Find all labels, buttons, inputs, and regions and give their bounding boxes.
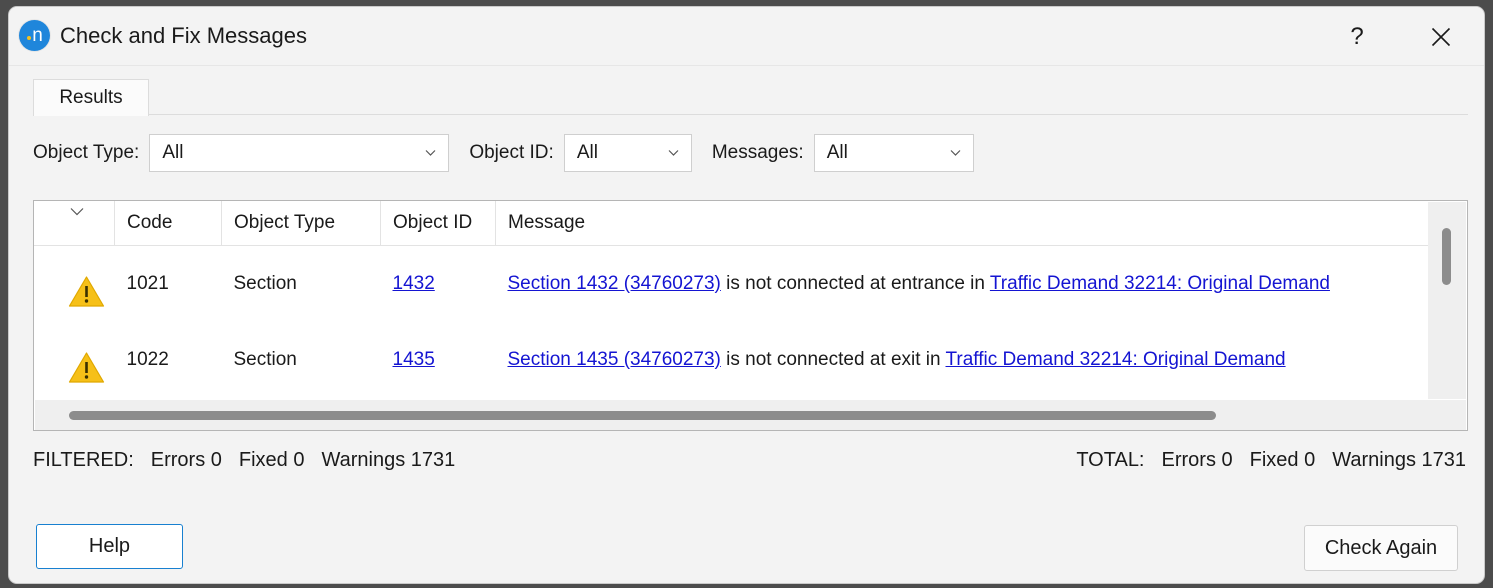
message-object-link[interactable]: Section 1432 (34760273) bbox=[508, 273, 721, 294]
message-demand-link[interactable]: Traffic Demand 32214: Original Demand bbox=[946, 349, 1286, 370]
help-button[interactable]: Help bbox=[36, 524, 183, 569]
object-type-value: All bbox=[162, 142, 184, 163]
vertical-scrollbar[interactable] bbox=[1428, 202, 1466, 399]
row-message: Section 1435 (34760273) is not connected… bbox=[495, 322, 1428, 398]
dialog-window: n Check and Fix Messages ? Results Objec… bbox=[8, 6, 1485, 584]
object-id-value: All bbox=[576, 142, 598, 163]
chevron-down-icon bbox=[425, 147, 436, 158]
tab-underline bbox=[149, 114, 1468, 115]
message-text: is not connected at entrance in bbox=[720, 273, 990, 294]
vertical-scrollbar-thumb[interactable] bbox=[1442, 228, 1451, 285]
column-header-object-id-label: Object ID bbox=[393, 212, 473, 233]
table-header-row: Code Object Type Object ID Message bbox=[34, 201, 1428, 246]
status-filtered-errors: Errors 0 bbox=[150, 448, 222, 471]
object-type-select[interactable]: All bbox=[149, 134, 450, 172]
row-message: Section 1432 (34760273) is not connected… bbox=[495, 245, 1428, 322]
column-header-code[interactable]: Code bbox=[114, 201, 222, 246]
column-header-code-label: Code bbox=[127, 212, 173, 233]
help-title-button[interactable]: ? bbox=[1334, 15, 1380, 59]
warning-icon bbox=[68, 275, 105, 308]
status-total: TOTAL: Errors 0 Fixed 0 Warnings 1731 bbox=[1076, 449, 1468, 472]
aimsun-next-icon: n bbox=[19, 20, 50, 51]
status-filtered-fixed: Fixed 0 bbox=[238, 448, 305, 471]
messages-table: Code Object Type Object ID Message 1021 … bbox=[33, 200, 1468, 431]
object-id-select[interactable]: All bbox=[563, 134, 692, 172]
column-header-message-label: Message bbox=[508, 212, 586, 233]
tab-results[interactable]: Results bbox=[33, 79, 149, 116]
column-header-object-type-label: Object Type bbox=[234, 212, 336, 233]
chevron-down-icon bbox=[70, 207, 84, 216]
status-filtered: FILTERED: Errors 0 Fixed 0 Warnings 1731 bbox=[33, 449, 455, 472]
message-text: is not connected at exit in bbox=[720, 349, 946, 370]
horizontal-scrollbar[interactable] bbox=[35, 400, 1466, 430]
object-id-label: Object ID: bbox=[469, 142, 554, 163]
column-header-object-id[interactable]: Object ID bbox=[380, 201, 496, 246]
row-code: 1022 bbox=[114, 322, 222, 398]
page-title: Check and Fix Messages bbox=[60, 23, 307, 48]
check-again-button[interactable]: Check Again bbox=[1304, 525, 1458, 571]
status-total-label: TOTAL: bbox=[1076, 448, 1145, 471]
messages-label: Messages: bbox=[711, 142, 804, 163]
row-code: 1021 bbox=[114, 245, 222, 322]
status-bar: FILTERED: Errors 0 Fixed 0 Warnings 1731… bbox=[33, 443, 1468, 477]
row-severity-cell bbox=[34, 245, 115, 322]
tab-results-label: Results bbox=[59, 87, 123, 108]
messages-select[interactable]: All bbox=[813, 134, 974, 172]
table-row[interactable]: 1022 Section 1435 Section 1435 (34760273… bbox=[34, 322, 1428, 398]
status-total-errors: Errors 0 bbox=[1161, 448, 1233, 471]
object-type-label: Object Type: bbox=[33, 142, 140, 163]
row-object-id: 1435 bbox=[380, 322, 496, 398]
tab-strip: Results bbox=[27, 75, 1468, 116]
horizontal-scrollbar-thumb[interactable] bbox=[69, 411, 1216, 420]
object-id-link[interactable]: 1432 bbox=[393, 273, 435, 294]
row-object-type: Section bbox=[221, 245, 381, 322]
messages-value: All bbox=[826, 142, 848, 163]
status-filtered-label: FILTERED: bbox=[33, 448, 134, 471]
status-filtered-warnings: Warnings 1731 bbox=[321, 448, 456, 471]
chevron-down-icon bbox=[950, 147, 961, 158]
column-header-severity[interactable] bbox=[34, 201, 115, 246]
status-total-warnings: Warnings 1731 bbox=[1332, 448, 1466, 471]
warning-icon bbox=[68, 351, 105, 384]
message-demand-link[interactable]: Traffic Demand 32214: Original Demand bbox=[990, 273, 1330, 294]
footer-bar: Help Check Again bbox=[9, 512, 1484, 582]
close-icon[interactable] bbox=[1418, 15, 1464, 59]
messages-table-viewport: Code Object Type Object ID Message 1021 … bbox=[34, 201, 1428, 399]
row-severity-cell bbox=[34, 322, 115, 398]
filter-bar: Object Type: All Object ID: All Messages… bbox=[33, 133, 1468, 173]
row-object-type: Section bbox=[221, 322, 381, 398]
object-id-link[interactable]: 1435 bbox=[393, 349, 435, 370]
message-object-link[interactable]: Section 1435 (34760273) bbox=[508, 349, 721, 370]
table-row[interactable]: 1021 Section 1432 Section 1432 (34760273… bbox=[34, 245, 1428, 322]
results-panel: Results Object Type: All Object ID: All … bbox=[27, 75, 1468, 508]
column-header-message[interactable]: Message bbox=[495, 201, 1428, 246]
status-total-fixed: Fixed 0 bbox=[1249, 448, 1316, 471]
title-bar: n Check and Fix Messages ? bbox=[9, 7, 1484, 66]
column-header-object-type[interactable]: Object Type bbox=[221, 201, 381, 246]
row-object-id: 1432 bbox=[380, 245, 496, 322]
chevron-down-icon bbox=[668, 147, 679, 158]
